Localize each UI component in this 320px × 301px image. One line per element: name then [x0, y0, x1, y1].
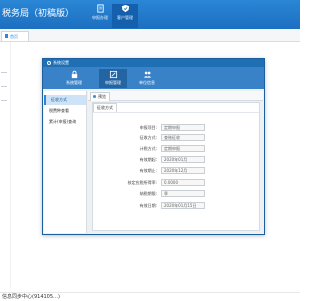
nav-label: 系统管理	[66, 80, 82, 85]
form-row: 纳税期限: 季	[93, 190, 259, 197]
field-label: 计税方式:	[139, 146, 157, 151]
panel-title: 征收方式	[93, 103, 117, 112]
tab-home-label: 首页	[10, 34, 18, 39]
field-label: 有效期起:	[139, 157, 157, 162]
field-value[interactable]: 季	[161, 190, 205, 197]
field-label: 有效期止:	[139, 168, 157, 173]
field-label: 申报项目:	[139, 125, 157, 130]
settings-window: 系统设置 系统管理 申报管理 单位信息 征收方式 税费种查看 累计(申报)查询 …	[42, 58, 265, 235]
window-titlebar[interactable]: 系统设置	[43, 59, 264, 67]
toolbar-button-label: 申报办理	[92, 15, 108, 20]
field-value[interactable]: 2020年01月	[161, 156, 205, 163]
window-title: 系统设置	[53, 60, 69, 65]
tab-strip: 首页	[0, 29, 300, 42]
field-label: 有效日期:	[139, 203, 157, 208]
toolbar-button-label: 客户管理	[117, 15, 133, 20]
field-value[interactable]: 2020年01月15日	[161, 202, 205, 209]
form-row: 征收方式: 查账征收	[93, 134, 259, 141]
left-rail	[0, 42, 11, 288]
field-value[interactable]: 0.0000	[161, 179, 205, 186]
settings-icon	[47, 61, 51, 65]
form-row: 有效期起: 2020年01月	[93, 156, 259, 163]
field-value[interactable]: 定期申报	[161, 124, 205, 131]
rail-divider	[1, 72, 7, 73]
toolbar-button-customers[interactable]: 客户管理	[112, 4, 138, 28]
field-label: 纳税期限:	[139, 191, 157, 196]
tab-preview-label: 预览	[98, 94, 106, 99]
rail-divider	[1, 100, 7, 101]
sidebar-item-cumulative-query[interactable]: 累计(申报)查询	[44, 117, 86, 127]
users-icon	[143, 71, 151, 78]
panel-header: 征收方式	[93, 103, 259, 113]
top-header-bar: 税务局（初稿版） 申报办理 客户管理	[0, 0, 300, 29]
tab-preview[interactable]: 预览	[90, 92, 110, 101]
form-row: 有效期止: 2020年12月	[93, 167, 259, 174]
field-label: 核定应税所得率:	[127, 180, 157, 185]
field-value[interactable]: 查账征收	[161, 134, 205, 141]
document-icon	[96, 4, 104, 13]
edit-icon	[109, 70, 117, 79]
form-row: 有效日期: 2020年01月15日	[93, 202, 259, 209]
nav-system[interactable]: 系统管理	[60, 69, 88, 88]
collection-method-panel: 征收方式 申报项目: 定期申报 征收方式: 查账征收 计税方式: 定期申报 有效…	[92, 102, 260, 231]
content-tabbar: 预览	[88, 91, 263, 101]
lock-icon	[71, 70, 77, 79]
form-row: 申报项目: 定期申报	[93, 124, 259, 131]
form-row: 核定应税所得率: 0.0000	[93, 179, 259, 186]
sidebar-item-collection-method[interactable]: 征收方式	[44, 95, 86, 105]
tab-home[interactable]: 首页	[1, 31, 29, 41]
nav-label: 申报管理	[105, 80, 121, 85]
tab-indicator-icon	[93, 95, 96, 98]
toolbar-button-declare[interactable]: 申报办理	[87, 4, 113, 28]
field-label: 征收方式:	[139, 135, 157, 140]
sidebar-item-tax-types[interactable]: 税费种查看	[44, 106, 86, 116]
field-value[interactable]: 定期申报	[161, 145, 205, 152]
window-nav: 系统管理 申报管理 单位信息	[43, 67, 264, 89]
shield-icon	[121, 4, 129, 13]
app-title: 税务局（初稿版）	[2, 9, 75, 19]
window-sidebar: 征收方式 税费种查看 累计(申报)查询	[44, 91, 87, 233]
nav-org-info[interactable]: 单位信息	[133, 69, 161, 88]
form-row: 计税方式: 定期申报	[93, 145, 259, 152]
field-value[interactable]: 2020年12月	[161, 167, 205, 174]
status-text: 信息同步中心(914105…)	[2, 294, 60, 300]
nav-declare[interactable]: 申报管理	[99, 69, 127, 88]
nav-label: 单位信息	[139, 80, 155, 85]
home-icon	[5, 34, 8, 38]
rail-divider	[1, 86, 7, 87]
